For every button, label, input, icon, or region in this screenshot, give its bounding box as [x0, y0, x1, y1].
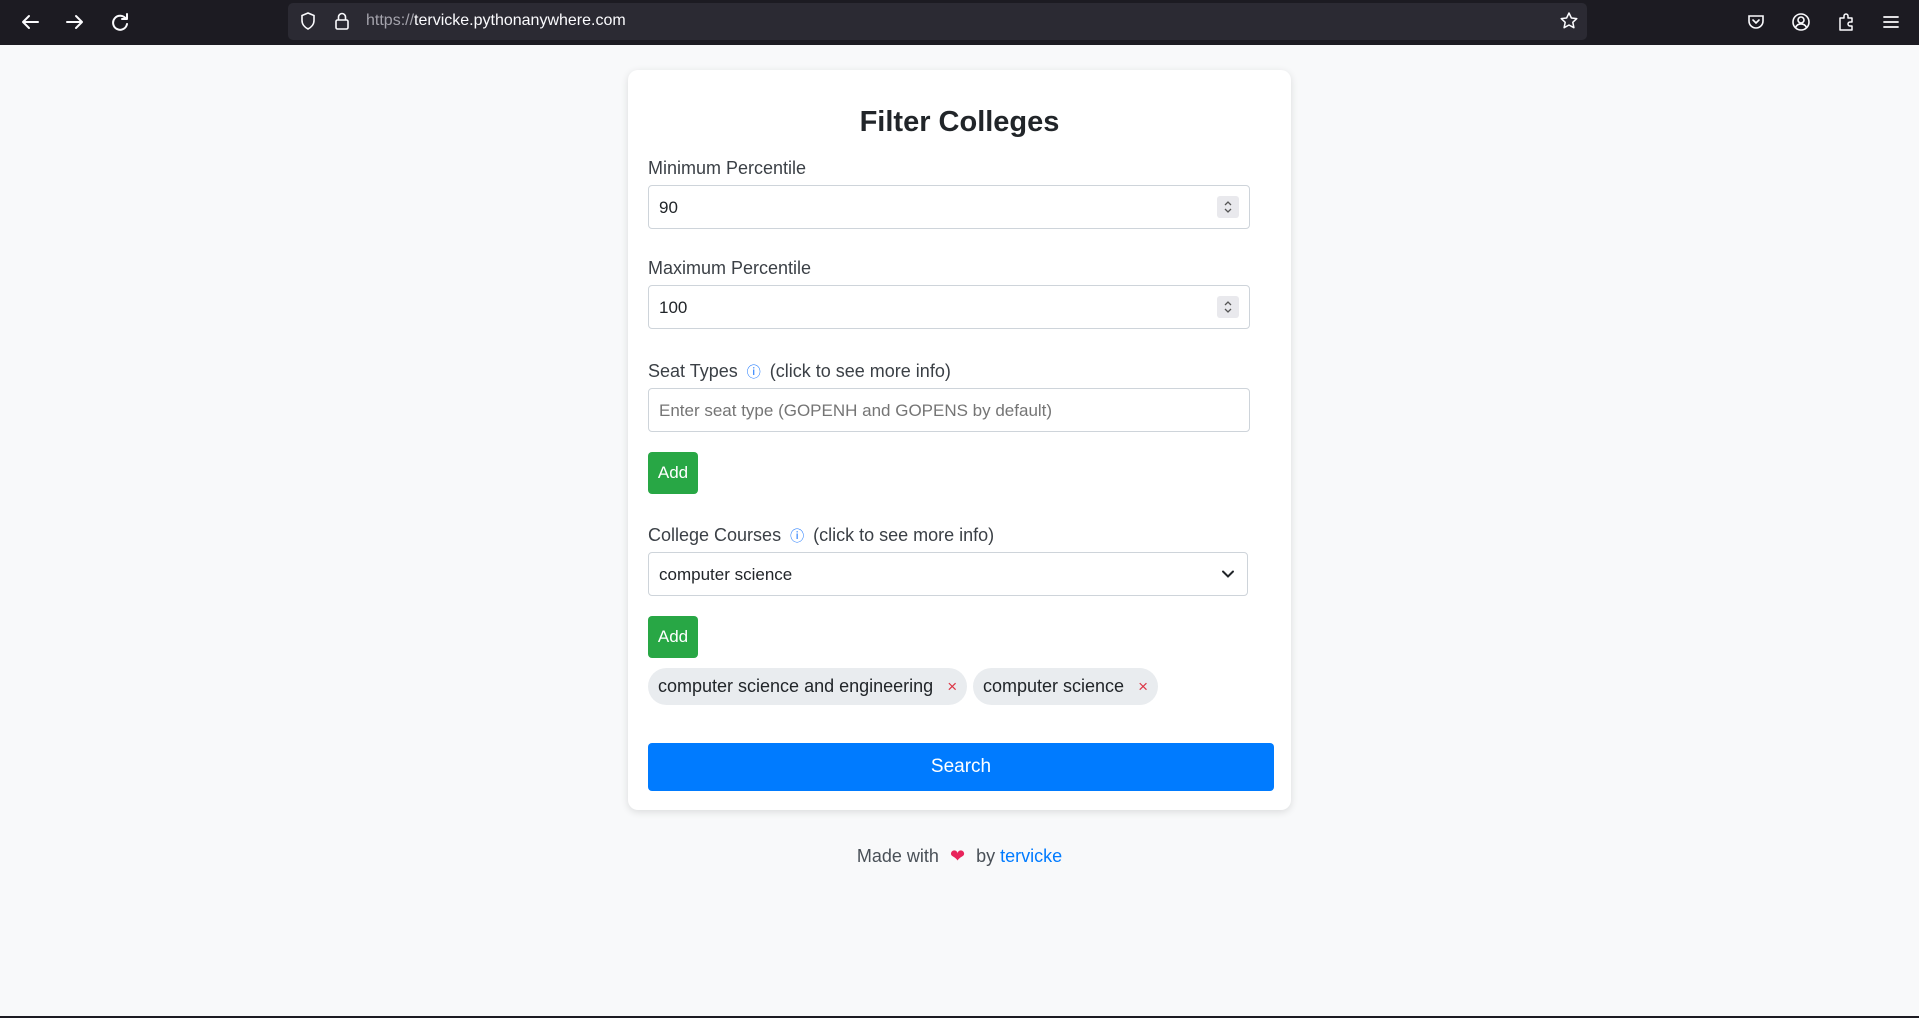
min-percentile-value: 90 [659, 198, 678, 217]
course-chip-label: computer science and engineering [658, 676, 934, 696]
min-percentile-input[interactable]: 90 [648, 185, 1250, 229]
remove-chip-icon[interactable]: × [947, 677, 957, 697]
extensions-icon[interactable] [1830, 6, 1862, 38]
seat-types-label-text: Seat Types [648, 361, 738, 381]
forward-icon[interactable] [59, 6, 91, 38]
search-button[interactable]: Search [648, 743, 1274, 791]
footer: Made with ❤ by tervicke [0, 846, 1919, 867]
filter-card: Filter Colleges Minimum Percentile 90 Ma… [628, 70, 1291, 810]
seat-types-label: Seat Types ⓘ (click to see more info) [648, 361, 951, 382]
college-course-select[interactable]: computer science [648, 552, 1248, 596]
shield-icon[interactable] [298, 11, 318, 31]
max-percentile-value: 100 [659, 298, 688, 317]
url-text[interactable]: https://tervicke.pythonanywhere.com [366, 12, 626, 30]
pocket-icon[interactable] [1740, 6, 1772, 38]
college-courses-label: College Courses ⓘ (click to see more inf… [648, 525, 994, 546]
url-scheme: https:// [366, 12, 415, 29]
min-percentile-label: Minimum Percentile [648, 158, 807, 178]
add-course-button[interactable]: Add [648, 616, 698, 658]
info-circle-icon[interactable]: ⓘ [790, 526, 804, 546]
account-icon[interactable] [1785, 6, 1817, 38]
heart-icon: ❤ [949, 846, 966, 866]
footer-by: by [976, 846, 996, 866]
college-courses-label-text: College Courses [648, 525, 782, 545]
seat-type-placeholder: Enter seat type (GOPENH and GOPENS by de… [659, 401, 1053, 420]
url-bar[interactable]: https://tervicke.pythonanywhere.com [288, 3, 1587, 40]
course-chip: computer science × [973, 668, 1159, 705]
max-percentile-input[interactable]: 100 [648, 285, 1250, 329]
seat-types-info-text[interactable]: (click to see more info) [770, 361, 951, 381]
back-icon[interactable] [14, 6, 46, 38]
chevron-down-icon [1221, 567, 1235, 586]
course-chip: computer science and engineering × [648, 668, 968, 705]
author-link[interactable]: tervicke [1000, 846, 1062, 866]
seat-type-input[interactable]: Enter seat type (GOPENH and GOPENS by de… [648, 388, 1250, 432]
min-percentile-stepper[interactable] [1217, 196, 1239, 218]
menu-icon[interactable] [1875, 6, 1907, 38]
lock-icon[interactable] [333, 11, 351, 31]
course-chip-label: computer science [983, 676, 1125, 696]
footer-made-with: Made with [856, 846, 939, 866]
url-host: tervicke.pythonanywhere.com [414, 12, 626, 29]
bookmark-star-icon[interactable] [1559, 11, 1579, 31]
info-circle-icon[interactable]: ⓘ [747, 362, 761, 382]
college-course-selected: computer science [659, 565, 793, 584]
browser-toolbar: https://tervicke.pythonanywhere.com [0, 0, 1919, 45]
remove-chip-icon[interactable]: × [1138, 677, 1148, 697]
add-seat-type-button[interactable]: Add [648, 452, 698, 494]
max-percentile-stepper[interactable] [1217, 296, 1239, 318]
max-percentile-label: Maximum Percentile [648, 258, 812, 278]
page-title: Filter Colleges [859, 106, 1060, 138]
reload-icon[interactable] [104, 6, 136, 38]
college-courses-info-text[interactable]: (click to see more info) [813, 525, 994, 545]
